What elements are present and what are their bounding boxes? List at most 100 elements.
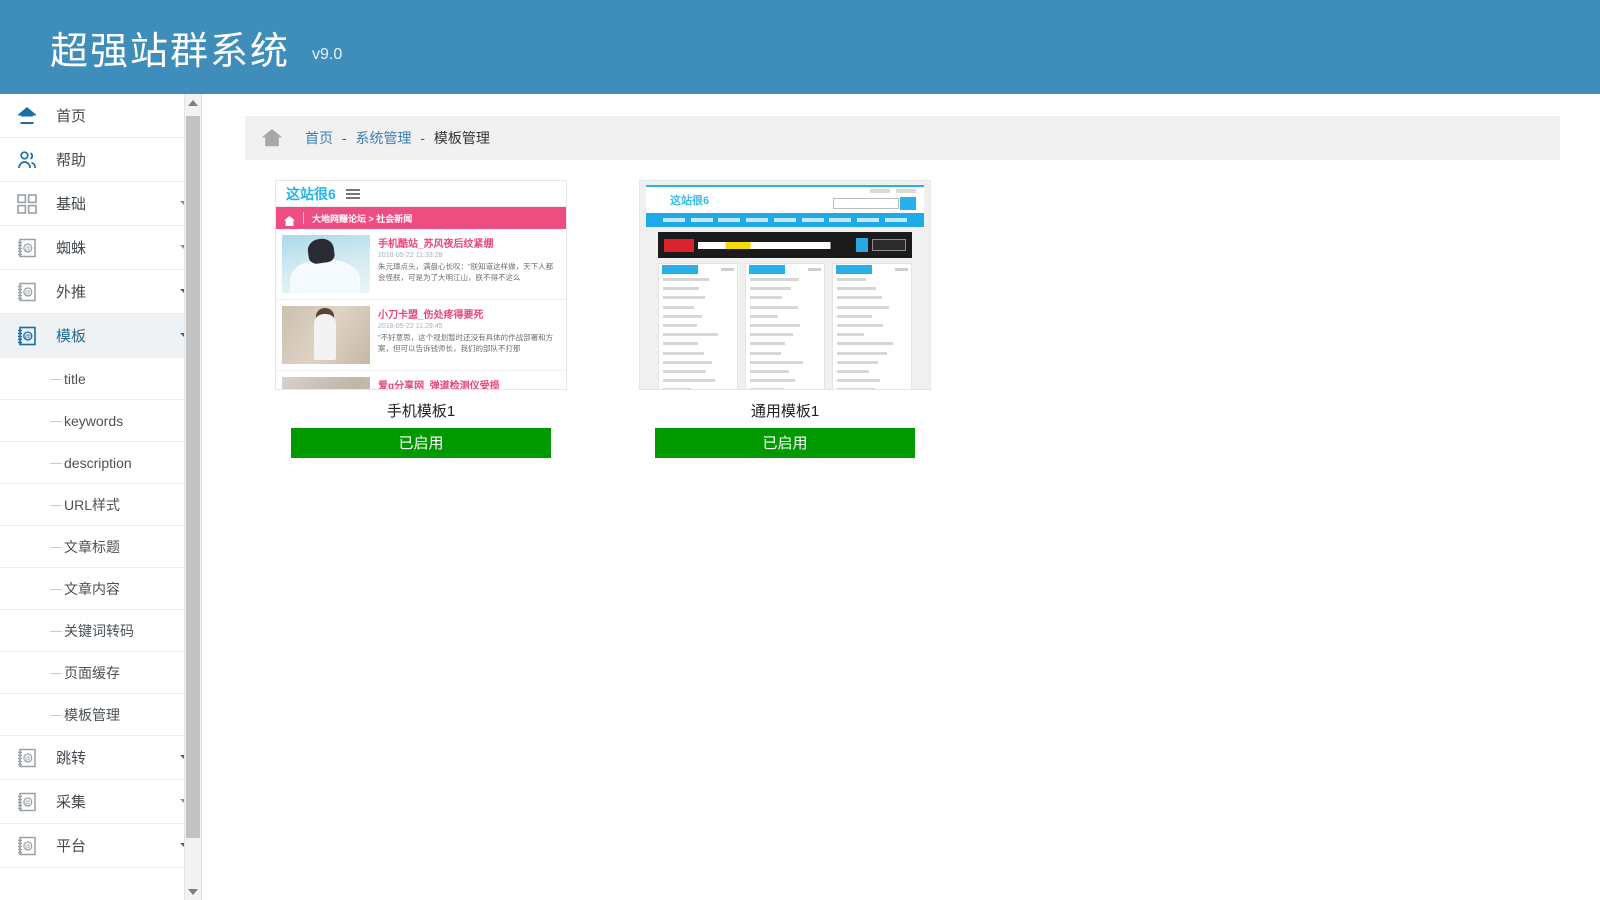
preview-logo: 这站很6 (286, 184, 336, 204)
article-summary: "不好意思，这个规划暂时还没有具体的作战部署和方案，但可以告诉钱师长，我们的部队… (378, 332, 558, 355)
column-tab (662, 265, 698, 274)
column-more-link (808, 268, 821, 271)
svg-text:@: @ (25, 756, 31, 762)
banner-button (872, 239, 906, 251)
article-thumbnail (282, 235, 370, 293)
article-title: 小刀卡盟_伤处疼得要死 (378, 306, 558, 321)
notebook-at-icon: @ (14, 279, 40, 305)
sidebar-item-label: 基础 (56, 193, 86, 214)
sidebar-subitem-article-content[interactable]: 文章内容 (0, 568, 201, 610)
sidebar-item-redirect[interactable]: @ 跳转 (0, 736, 201, 780)
template-enable-button[interactable]: 已启用 (655, 428, 915, 458)
scrollbar-thumb[interactable] (186, 116, 200, 838)
main-content: 首页 - 系统管理 - 模板管理 这站很6 (203, 94, 1600, 900)
app-header: 超强站群系统 v9.0 (0, 0, 1600, 94)
template-card-mobile: 这站很6 大地网赚论坛 > 社会新闻 手机酷站_苏风夜后纹紧绷 (275, 180, 567, 458)
sidebar-item-spider[interactable]: @ 蜘蛛 (0, 226, 201, 270)
sidebar-scrollbar[interactable] (184, 94, 201, 900)
sidebar-item-collect[interactable]: @ 采集 (0, 780, 201, 824)
breadcrumb-item-home[interactable]: 首页 (305, 130, 333, 146)
template-card-list: 这站很6 大地网赚论坛 > 社会新闻 手机酷站_苏风夜后纹紧绷 (275, 180, 931, 458)
sidebar-item-help[interactable]: 帮助 (0, 138, 201, 182)
sidebar-item-label: 帮助 (56, 149, 86, 170)
app-version: v9.0 (312, 46, 342, 64)
sidebar-item-template[interactable]: @ 模板 (0, 314, 201, 358)
sidebar-subitem-label: 关键词转码 (64, 621, 134, 641)
preview-header: 这站很6 (646, 185, 924, 213)
sidebar-subitem-label: 文章标题 (64, 537, 120, 557)
sidebar-subitem-page-cache[interactable]: 页面缓存 (0, 652, 201, 694)
scroll-down-arrow-icon[interactable] (185, 883, 201, 900)
sidebar-item-label: 蜘蛛 (56, 237, 86, 258)
sidebar-subitem-keyword-encode[interactable]: 关键词转码 (0, 610, 201, 652)
sidebar-item-label: 首页 (56, 105, 86, 126)
home-icon (259, 125, 285, 151)
preview-nav-bar (646, 213, 924, 227)
sidebar-item-platform[interactable]: @ 平台 (0, 824, 201, 868)
sidebar-subitem-article-title[interactable]: 文章标题 (0, 526, 201, 568)
notebook-at-icon: @ (14, 235, 40, 261)
notebook-at-icon: @ (14, 323, 40, 349)
preview-article-item: 爱q分享网_弹道检测仪受损 (276, 371, 566, 390)
sidebar-item-home[interactable]: 首页 (0, 94, 201, 138)
sidebar-subitem-label: keywords (64, 413, 123, 429)
column-more-link (895, 268, 908, 271)
breadcrumb-item-system[interactable]: 系统管理 (355, 130, 411, 146)
article-date: 2018-05-22 11:29:45 (378, 323, 558, 330)
sidebar-item-label: 外推 (56, 281, 86, 302)
sidebar-item-label: 跳转 (56, 747, 86, 768)
sidebar-item-label: 采集 (56, 791, 86, 812)
sidebar-subitem-label: 文章内容 (64, 579, 120, 599)
template-enable-button[interactable]: 已启用 (291, 428, 551, 458)
breadcrumb-item-current: 模板管理 (434, 130, 490, 146)
template-preview-mobile[interactable]: 这站很6 大地网赚论坛 > 社会新闻 手机酷站_苏风夜后纹紧绷 (275, 180, 567, 390)
sidebar-subitem-template-manage[interactable]: 模板管理 (0, 694, 201, 736)
users-icon (14, 147, 40, 173)
sidebar-subitem-title[interactable]: title (0, 358, 201, 400)
sidebar-subitem-label: 模板管理 (64, 705, 120, 725)
preview-top-links (870, 189, 916, 193)
sidebar-subitem-label: title (64, 371, 86, 387)
sidebar-subitem-keywords[interactable]: keywords (0, 400, 201, 442)
scroll-up-arrow-icon[interactable] (185, 94, 201, 111)
article-thumbnail (282, 306, 370, 364)
home-icon (14, 103, 40, 129)
home-icon (284, 213, 295, 223)
svg-text:@: @ (25, 800, 31, 806)
preview-nav-bar: 大地网赚论坛 > 社会新闻 (276, 207, 566, 229)
sidebar-item-label: 模板 (56, 325, 86, 346)
sidebar: 首页 帮助 基础 @ (0, 94, 202, 900)
sidebar-submenu: title keywords description URL样式 文章标题 文章… (0, 358, 201, 736)
app-title: 超强站群系统 (50, 20, 290, 75)
svg-text:@: @ (25, 334, 31, 340)
preview-columns (658, 263, 912, 390)
svg-text:@: @ (25, 290, 31, 296)
sidebar-item-label: 平台 (56, 835, 86, 856)
svg-text:@: @ (25, 844, 31, 850)
menu-icon (346, 189, 360, 199)
preview-column (832, 263, 912, 390)
sidebar-subitem-description[interactable]: description (0, 442, 201, 484)
column-tab (836, 265, 872, 274)
sidebar-subitem-label: description (64, 455, 132, 471)
template-preview-universal[interactable]: 这站很6 (639, 180, 931, 390)
preview-nav-text: 大地网赚论坛 > 社会新闻 (312, 212, 412, 225)
template-name: 通用模板1 (639, 400, 931, 420)
sidebar-item-basic[interactable]: 基础 (0, 182, 201, 226)
search-button (900, 197, 916, 210)
breadcrumb-text: 首页 - 系统管理 - 模板管理 (305, 128, 490, 148)
banner-logo (664, 239, 694, 252)
preview-column (745, 263, 825, 390)
sidebar-subitem-label: 页面缓存 (64, 663, 120, 683)
preview-header: 这站很6 (276, 181, 566, 207)
column-tab (749, 265, 785, 274)
sidebar-subitem-url-style[interactable]: URL样式 (0, 484, 201, 526)
preview-column (658, 263, 738, 390)
article-title: 手机酷站_苏风夜后纹紧绷 (378, 235, 558, 250)
sidebar-item-outreach[interactable]: @ 外推 (0, 270, 201, 314)
breadcrumb: 首页 - 系统管理 - 模板管理 (245, 116, 1560, 160)
nav-divider (303, 212, 304, 224)
search-input (833, 198, 899, 209)
preview-article-item: 小刀卡盟_伤处疼得要死 2018-05-22 11:29:45 "不好意思，这个… (276, 300, 566, 371)
breadcrumb-separator: - (420, 130, 425, 146)
